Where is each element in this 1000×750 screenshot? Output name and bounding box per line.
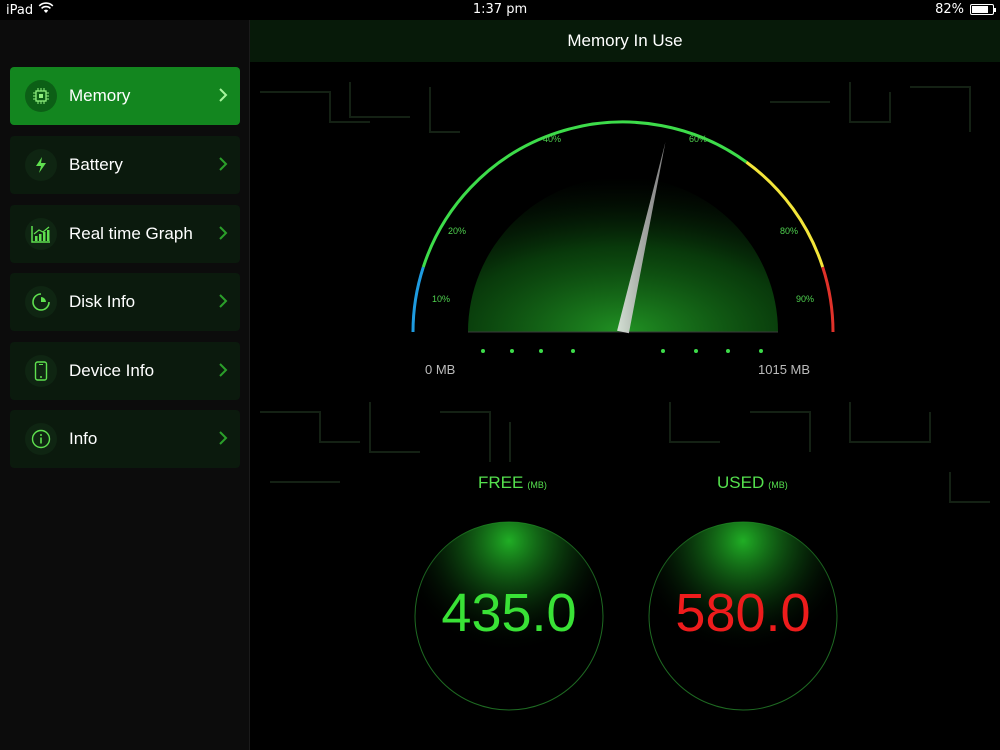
sidebar-item-label: Device Info [69,361,155,380]
tick-label: 60% [689,134,708,144]
chevron-right-icon [218,156,228,176]
free-memory-value: 435.0 [441,583,577,643]
info-icon [25,423,57,455]
lightning-icon [25,149,57,181]
free-title: FREE (MB) [478,473,547,492]
phone-icon [25,355,57,387]
used-title: USED (MB) [717,473,788,492]
battery-percent: 82% [935,2,964,17]
gauge-min-label: 0 MB [425,362,456,377]
gauge-max-label: 1015 MB [758,362,811,377]
sidebar: Memory Battery Real time Graph Disk Info… [0,20,250,750]
gauge-arc-segment [411,266,425,333]
page-title: Memory In Use [567,31,683,50]
sidebar-item-label: Real time Graph [69,224,193,243]
used-memory-value: 580.0 [675,583,811,643]
chip-icon [25,80,57,112]
sidebar-item-info[interactable]: Info [10,410,240,468]
sidebar-item-label: Battery [69,155,123,174]
chevron-right-icon [218,87,228,107]
chevron-right-icon [218,430,228,450]
sidebar-item-label: Info [69,429,98,448]
tick-label: 80% [780,226,799,236]
sidebar-item-battery[interactable]: Battery [10,136,240,194]
chevron-right-icon [218,362,228,382]
gauge-graphic [260,82,990,711]
sidebar-item-label: Disk Info [69,292,136,311]
status-time: 1:37 pm [472,2,528,17]
gauge-arc-segment [821,266,835,333]
tick-label: 90% [796,294,815,304]
chevron-right-icon [218,293,228,313]
graph-icon [25,218,57,250]
status-bar: iPad 1:37 pm 82% [0,0,1000,20]
sidebar-item-memory[interactable]: Memory [10,67,240,125]
tick-label: 20% [448,226,467,236]
nav-header: Memory In Use [250,20,1000,62]
gauge-scale-dots [481,349,763,353]
gauge-arc-segment [745,160,825,268]
tick-label: 10% [432,294,451,304]
pie-icon [25,286,57,318]
sidebar-item-disk-info[interactable]: Disk Info [10,273,240,331]
chevron-right-icon [218,225,228,245]
battery-icon [970,4,996,15]
sidebar-item-label: Memory [69,86,131,105]
tick-label: 40% [543,134,562,144]
sidebar-item-device-info[interactable]: Device Info [10,342,240,400]
main-panel: 10% 20% 40% 60% 80% 90% 0 MB 1015 MB FRE… [250,62,1000,750]
sidebar-item-real-time-graph[interactable]: Real time Graph [10,205,240,263]
